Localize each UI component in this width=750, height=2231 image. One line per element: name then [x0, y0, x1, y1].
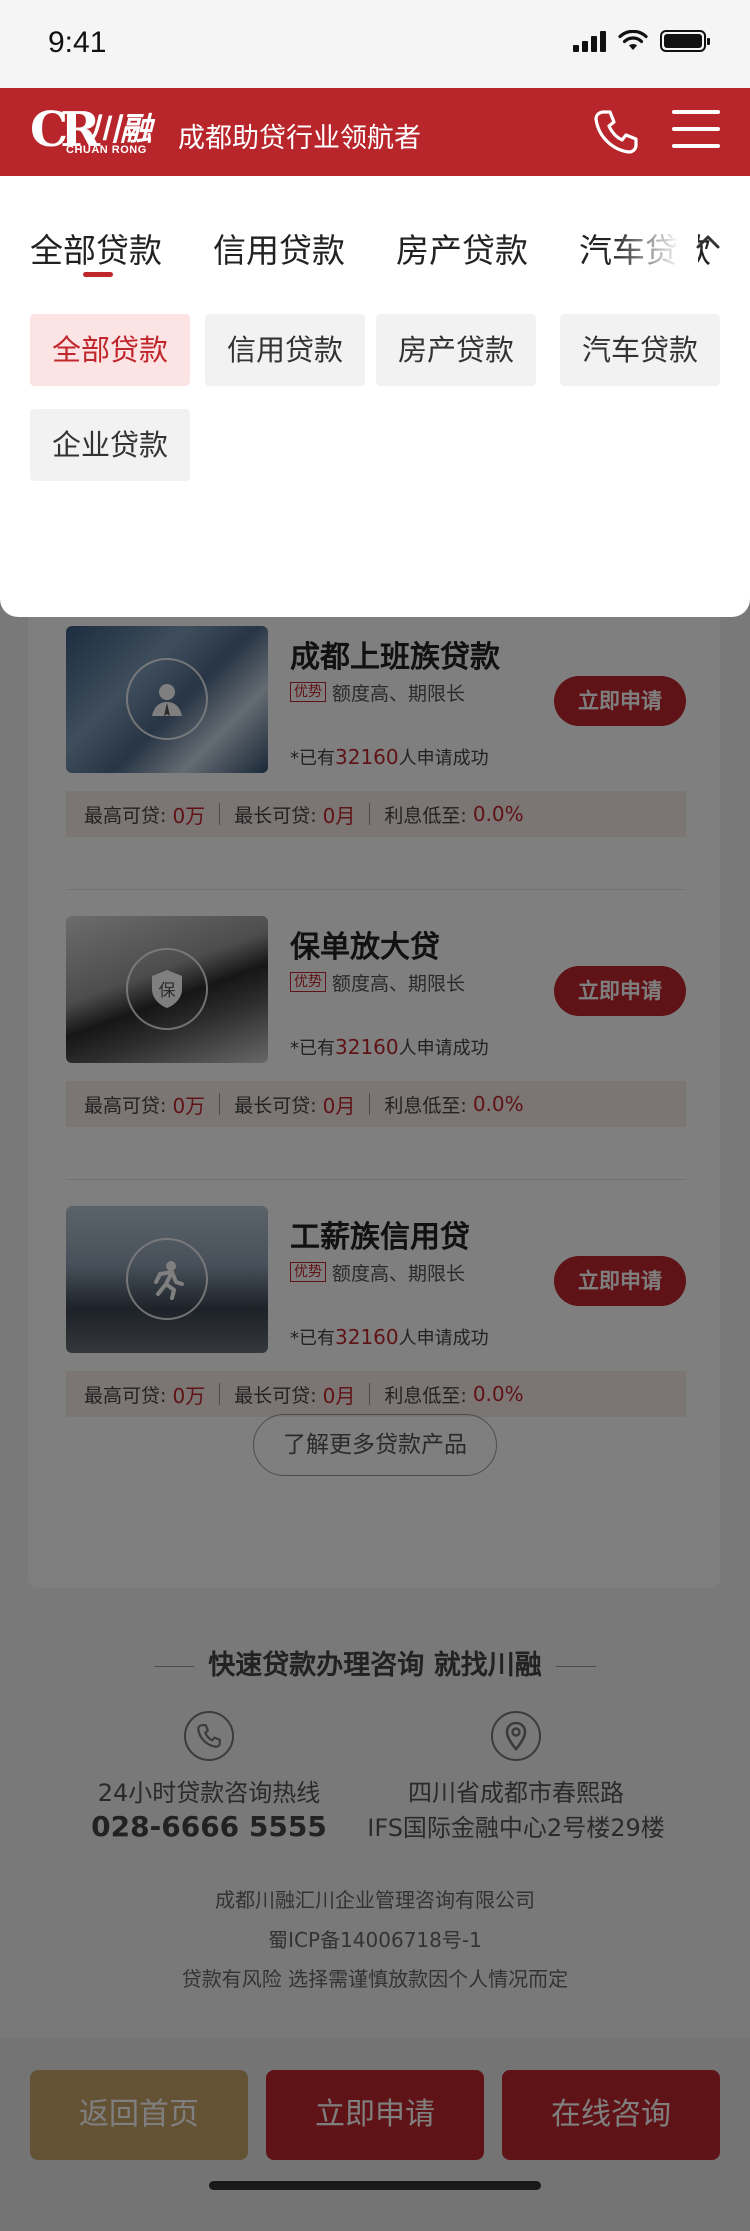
- tab-fade: [612, 206, 698, 276]
- hamburger-menu-icon[interactable]: [672, 110, 720, 154]
- chip-car-loans[interactable]: 汽车贷款: [560, 314, 720, 386]
- brand-logo[interactable]: CR 川融 CHUAN RONG: [30, 102, 170, 162]
- header-slogan: 成都助贷行业领航者: [178, 123, 421, 154]
- tab-credit-loans[interactable]: 信用贷款: [213, 224, 345, 272]
- site-header: CR 川融 CHUAN RONG 成都助贷行业领航者: [0, 88, 750, 176]
- logo-english: CHUAN RONG: [66, 144, 147, 156]
- chip-all-loans[interactable]: 全部贷款: [30, 314, 190, 386]
- chip-business-loans[interactable]: 企业贷款: [30, 409, 190, 481]
- tab-property-loans[interactable]: 房产贷款: [396, 224, 528, 272]
- chip-property-loans[interactable]: 房产贷款: [376, 314, 536, 386]
- status-icons: [573, 30, 710, 52]
- chip-credit-loans[interactable]: 信用贷款: [205, 314, 365, 386]
- battery-icon: [660, 30, 710, 52]
- category-tabs: 全部贷款 信用贷款 房产贷款 汽车贷款: [0, 176, 750, 291]
- tab-all-loans[interactable]: 全部贷款: [30, 224, 162, 272]
- wifi-icon: [618, 30, 648, 50]
- status-bar: 9:41: [0, 0, 750, 88]
- chevron-up-icon[interactable]: [692, 226, 724, 258]
- active-tab-indicator: [83, 272, 113, 277]
- phone-icon[interactable]: [590, 106, 642, 158]
- status-time: 9:41: [48, 26, 107, 59]
- cellular-signal-icon: [573, 30, 606, 52]
- category-dropdown: 全部贷款 信用贷款 房产贷款 汽车贷款 全部贷款 信用贷款 房产贷款 汽车贷款 …: [0, 176, 750, 617]
